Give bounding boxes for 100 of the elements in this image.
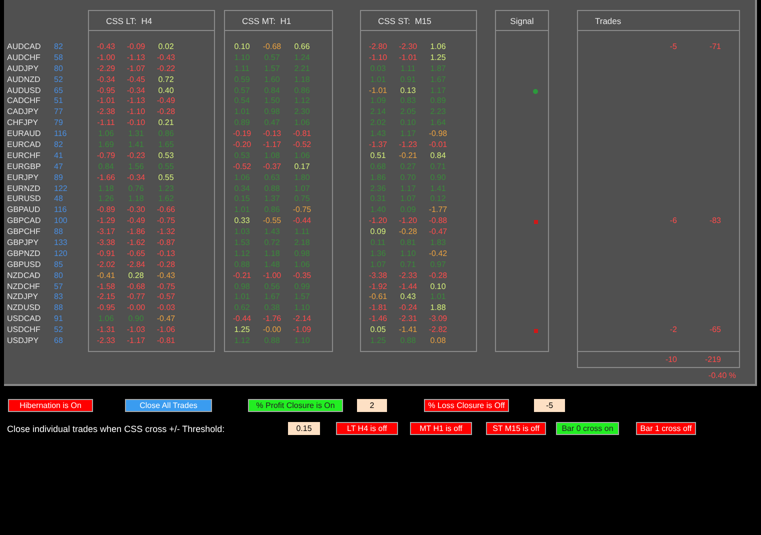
toggle-button[interactable]: % Loss Closure is Off bbox=[424, 399, 509, 412]
toggle-button[interactable]: Bar 1 cross off bbox=[636, 422, 696, 435]
pair-count: 52 bbox=[54, 74, 63, 86]
strength-value: 1.56 bbox=[127, 162, 145, 173]
pair-count: 80 bbox=[54, 270, 63, 282]
pair-label: EURGBP bbox=[6, 162, 42, 173]
strength-value: -1.46 bbox=[368, 314, 388, 326]
pair-count: 88 bbox=[54, 227, 63, 238]
strength-value: -1.07 bbox=[126, 64, 146, 75]
pair-label: EURJPY bbox=[6, 172, 40, 184]
pair-label: NZDJPY bbox=[6, 292, 40, 304]
pair-count: 52 bbox=[54, 325, 63, 336]
strength-value: 1.43 bbox=[369, 129, 387, 140]
pair-label: AUDNZD bbox=[6, 74, 42, 86]
trade-value: -71 bbox=[708, 42, 721, 53]
strength-value: 0.72 bbox=[263, 238, 281, 249]
strength-value: -0.47 bbox=[428, 227, 448, 238]
input-field[interactable]: 2 bbox=[357, 399, 387, 412]
strength-value: -0.75 bbox=[156, 282, 176, 292]
strength-value: 0.12 bbox=[429, 194, 447, 206]
input-field[interactable]: 0.15 bbox=[288, 422, 320, 435]
pair-count: 51 bbox=[54, 96, 63, 108]
pair-label: CHFJPY bbox=[6, 118, 40, 130]
strength-value: 2.30 bbox=[293, 107, 311, 118]
strength-value: 1.36 bbox=[369, 248, 387, 260]
strength-value: -1.41 bbox=[398, 325, 418, 336]
strength-value: 0.10 bbox=[233, 42, 251, 53]
toggle-button[interactable]: ST M15 is off bbox=[486, 422, 546, 435]
pair-count: 80 bbox=[54, 64, 63, 75]
strength-value: 0.83 bbox=[399, 96, 417, 108]
toggle-button[interactable]: Close All Trades bbox=[125, 399, 212, 412]
pair-label: USDCHF bbox=[6, 325, 42, 336]
trade-value: -2 bbox=[668, 325, 677, 336]
strength-value: -0.57 bbox=[156, 292, 176, 304]
pair-label: NZDUSD bbox=[6, 303, 42, 314]
strength-value: 1.09 bbox=[369, 96, 387, 108]
strength-value: -0.34 bbox=[96, 74, 116, 86]
strength-value: -1.62 bbox=[126, 238, 146, 249]
strength-value: -0.24 bbox=[398, 303, 418, 314]
strength-value: -0.13 bbox=[156, 248, 176, 260]
strength-value: -1.03 bbox=[126, 325, 146, 336]
strength-value: 1.18 bbox=[97, 184, 115, 194]
strength-value: 0.57 bbox=[233, 86, 251, 96]
toggle-button[interactable]: LT H4 is off bbox=[336, 422, 398, 435]
strength-value: -1.10 bbox=[126, 107, 146, 118]
strength-value: -2.33 bbox=[96, 336, 116, 347]
toggle-button[interactable]: % Profit Closure is On bbox=[248, 399, 343, 412]
pair-label: GBPNZD bbox=[6, 248, 42, 260]
strength-value: 2.21 bbox=[293, 64, 311, 75]
strength-value: -1.17 bbox=[262, 140, 282, 151]
strength-value: -2.14 bbox=[292, 314, 312, 326]
pair-count: 133 bbox=[54, 238, 68, 249]
panel-title: CSS LT: H4 bbox=[89, 11, 214, 31]
toggle-button[interactable]: Hibernation is On bbox=[8, 399, 93, 412]
pair-label: GBPCHF bbox=[6, 227, 42, 238]
strength-value: 0.84 bbox=[97, 162, 115, 173]
pair-count: 100 bbox=[54, 216, 68, 228]
strength-value: 1.25 bbox=[233, 325, 251, 336]
toggle-button[interactable]: MT H1 is off bbox=[410, 422, 472, 435]
panel-title: CSS ST: M15 bbox=[361, 11, 476, 31]
strength-value: 1.18 bbox=[293, 74, 311, 86]
pair-count: 85 bbox=[54, 260, 63, 271]
strength-value: -1.81 bbox=[368, 303, 388, 314]
strength-value: 0.05 bbox=[369, 325, 387, 336]
strength-value: -1.06 bbox=[156, 325, 176, 336]
strength-value: 1.67 bbox=[263, 292, 281, 304]
strength-value: 1.18 bbox=[127, 194, 145, 206]
strength-value: -1.01 bbox=[398, 52, 418, 64]
strength-value: 1.25 bbox=[429, 52, 447, 64]
strength-value: 1.18 bbox=[263, 248, 281, 260]
strength-value: 0.09 bbox=[399, 205, 417, 216]
pair-count: 116 bbox=[54, 129, 67, 140]
strength-value: 1.88 bbox=[429, 303, 447, 314]
pair-label: CADCHF bbox=[6, 96, 42, 108]
pair-label: EURNZD bbox=[6, 184, 42, 194]
strength-value: 1.24 bbox=[293, 52, 311, 64]
strength-value: -1.77 bbox=[428, 205, 448, 216]
strength-value: 0.27 bbox=[399, 162, 417, 173]
strength-value: 0.63 bbox=[263, 172, 281, 184]
strength-value: -0.89 bbox=[96, 205, 116, 216]
strength-value: 1.12 bbox=[293, 96, 311, 108]
strength-value: -0.95 bbox=[96, 303, 116, 314]
input-field[interactable]: -5 bbox=[534, 399, 565, 412]
pair-count: 58 bbox=[54, 52, 63, 64]
strength-value: -0.41 bbox=[96, 270, 116, 282]
panel-title: CSS MT: H1 bbox=[225, 11, 332, 31]
strength-value: 0.72 bbox=[157, 74, 175, 86]
strength-value: -0.49 bbox=[126, 216, 146, 228]
pair-count: 82 bbox=[54, 140, 63, 151]
strength-value: -1.86 bbox=[126, 227, 146, 238]
strength-value: 1.01 bbox=[233, 107, 251, 118]
pair-label: USDJPY bbox=[6, 336, 40, 347]
strength-value: 0.17 bbox=[293, 162, 311, 173]
toggle-button[interactable]: Bar 0 cross on bbox=[556, 422, 619, 435]
pair-count: 91 bbox=[54, 314, 63, 326]
strength-value: 0.10 bbox=[399, 118, 417, 130]
strength-value: 1.17 bbox=[399, 129, 417, 140]
strength-value: 2.18 bbox=[293, 238, 311, 249]
strength-value: 1.06 bbox=[97, 314, 115, 326]
pair-label: CADJPY bbox=[6, 107, 40, 118]
